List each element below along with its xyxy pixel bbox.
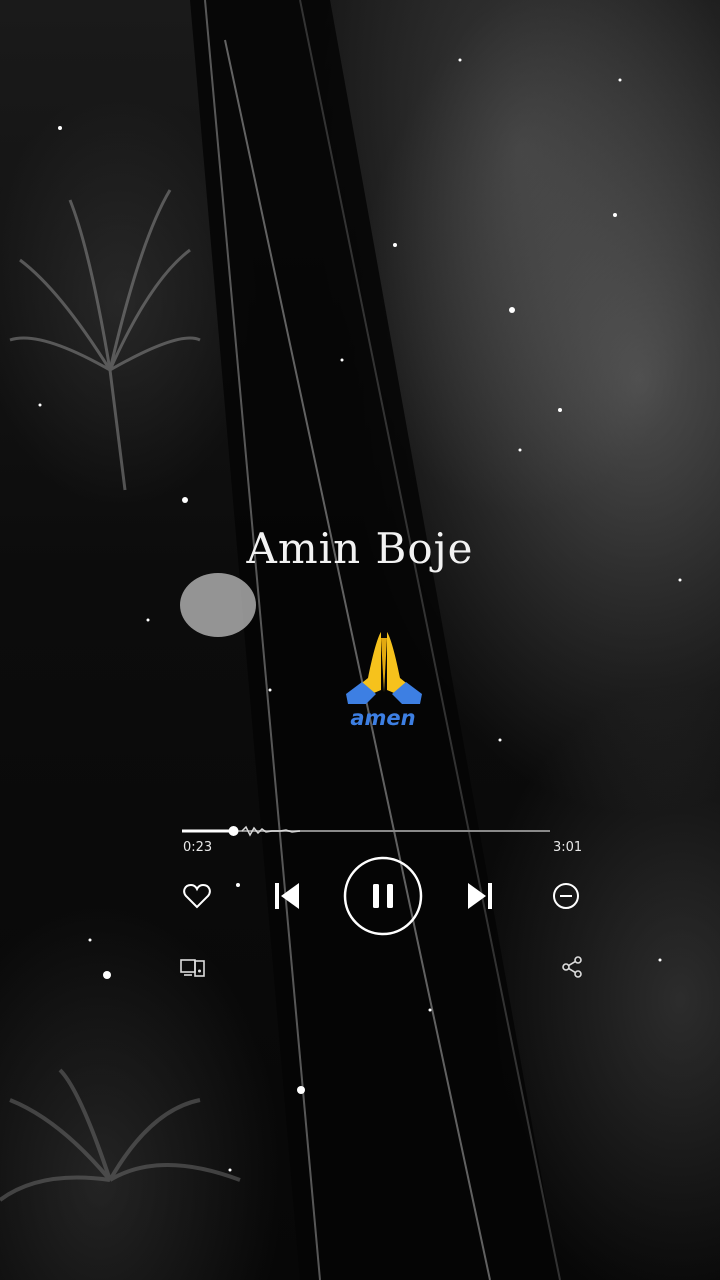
current-time: 0:23 [183, 840, 213, 855]
like-button[interactable] [181, 880, 213, 912]
share-icon [562, 956, 582, 978]
progress-bar[interactable] [182, 822, 550, 842]
next-button[interactable] [463, 878, 497, 914]
devices-button[interactable] [178, 955, 208, 981]
song-title: Amin Boje [246, 524, 474, 573]
heart-icon [183, 883, 211, 909]
remove-button[interactable] [550, 880, 582, 912]
previous-button[interactable] [270, 878, 304, 914]
pause-button[interactable] [342, 855, 424, 937]
share-button[interactable] [557, 953, 587, 981]
device-icon [180, 959, 205, 977]
skip-previous-icon [275, 883, 299, 909]
minus-circle-icon [553, 883, 579, 909]
total-time: 3:01 [553, 840, 583, 855]
amen-caption: amen [350, 706, 415, 730]
progress-knob[interactable] [228, 826, 239, 836]
svg-text:amen: amen [350, 706, 415, 730]
skip-next-icon [468, 883, 492, 909]
pause-icon [343, 856, 423, 936]
